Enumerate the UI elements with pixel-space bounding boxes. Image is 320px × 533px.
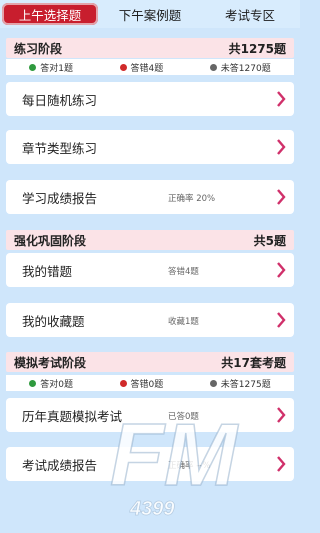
section-total-mock: 共17套考题: [221, 355, 286, 370]
section-header-mock: 模拟考试阶段 共17套考题: [6, 352, 294, 372]
favorite-count-text: 收藏1题: [168, 317, 199, 327]
wrong-count-text: 答错4题: [168, 267, 199, 277]
practice-stats: 答对1题 答错4题 未答1270题: [6, 59, 294, 75]
section-header-practice: 练习阶段 共1275题: [6, 38, 294, 58]
card-chapter-practice[interactable]: 章节类型练习: [6, 130, 294, 164]
stat-correct: 答对1题: [29, 61, 73, 74]
tab-exam-zone[interactable]: 考试专区: [200, 0, 300, 28]
green-dot-icon: [29, 379, 37, 387]
mock-stats: 答对0题 答错0题 未答1275题: [6, 375, 294, 391]
section-total-reinforce: 共5题: [253, 233, 286, 248]
red-dot-icon: [119, 379, 127, 387]
card-past-exam-mock[interactable]: 历年真题模拟考试 已答0题: [6, 398, 294, 432]
card-daily-random-practice[interactable]: 每日随机练习: [6, 82, 294, 116]
section-title-practice: 练习阶段: [14, 41, 63, 56]
card-exam-report[interactable]: 考试成绩报告 正确率 --%: [6, 447, 294, 481]
stat-wrong: 答错0题: [119, 377, 163, 390]
card-my-wrong-questions[interactable]: 我的错题 答错4题: [6, 253, 294, 287]
stat-wrong: 答错4题: [119, 61, 163, 74]
green-dot-icon: [29, 63, 37, 71]
chevron-right-icon: [276, 455, 286, 473]
chevron-right-icon: [276, 261, 286, 279]
chevron-right-icon: [276, 406, 286, 424]
gray-dot-icon: [209, 379, 217, 387]
chevron-right-icon: [276, 138, 286, 156]
red-dot-icon: [119, 63, 127, 71]
stat-unanswered: 未答1275题: [209, 377, 271, 390]
section-title-mock: 模拟考试阶段: [14, 355, 87, 370]
card-my-favorites[interactable]: 我的收藏题 收藏1题: [6, 303, 294, 337]
section-title-reinforce: 强化巩固阶段: [14, 233, 87, 248]
top-tab-bar: 上午选择题 下午案例题 考试专区: [0, 0, 300, 28]
section-header-reinforce: 强化巩固阶段 共5题: [6, 230, 294, 250]
chevron-right-icon: [276, 188, 286, 206]
chevron-right-icon: [276, 90, 286, 108]
chevron-right-icon: [276, 311, 286, 329]
watermark-small: 4399: [129, 498, 175, 520]
stat-correct: 答对0题: [29, 377, 73, 390]
card-study-report[interactable]: 学习成绩报告 正确率 20%: [6, 180, 294, 214]
gray-dot-icon: [209, 63, 217, 71]
accuracy-text: 正确率 20%: [168, 194, 216, 204]
tab-morning-choice[interactable]: 上午选择题: [2, 3, 98, 25]
section-total-practice: 共1275题: [228, 41, 286, 56]
tab-afternoon-case[interactable]: 下午案例题: [100, 0, 200, 28]
stat-unanswered: 未答1270题: [209, 61, 271, 74]
answered-count-text: 已答0题: [168, 412, 199, 422]
exam-accuracy-text: 正确率 --%: [168, 461, 211, 471]
